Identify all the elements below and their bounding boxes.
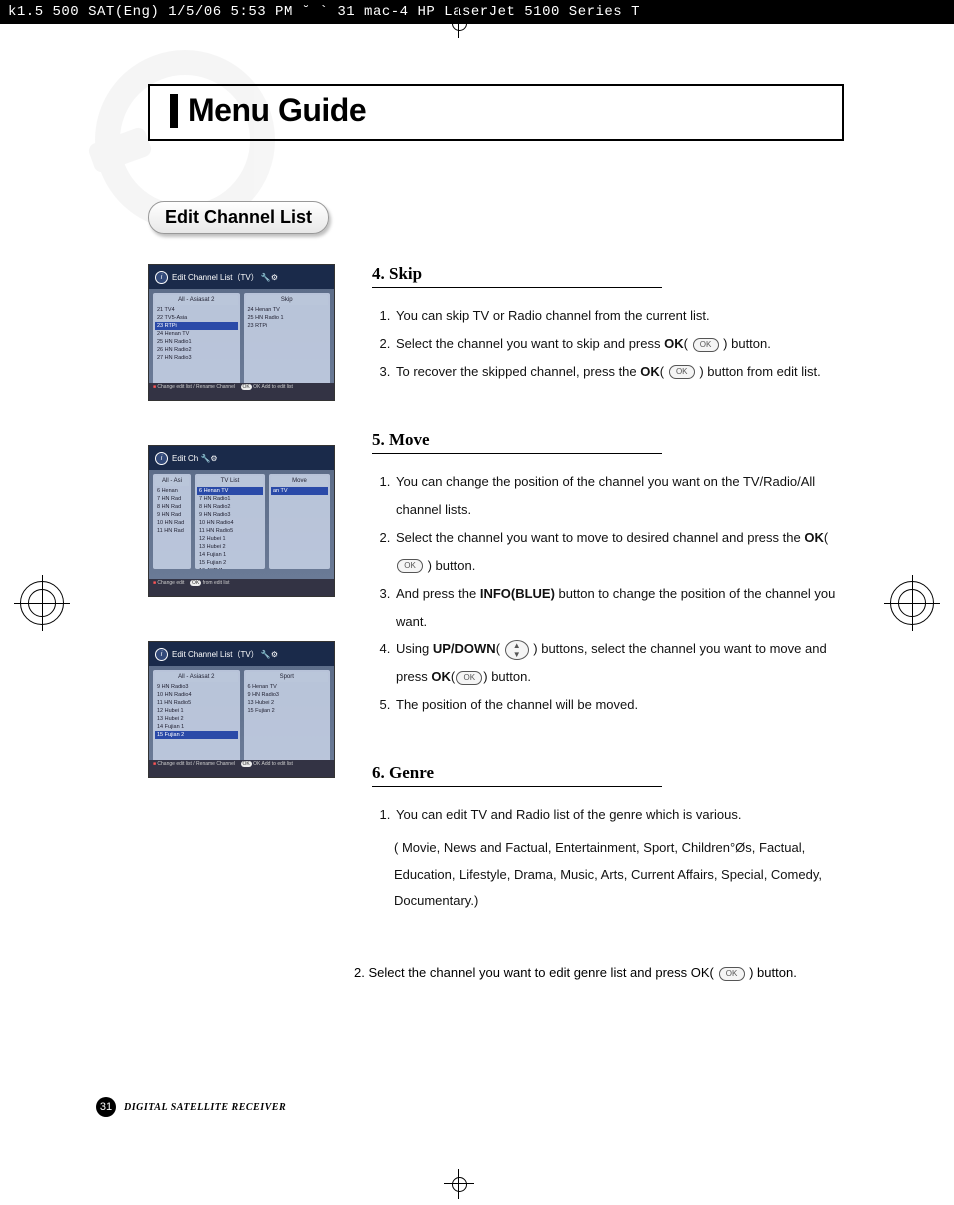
subheading-text: Edit Channel List <box>165 207 312 227</box>
steps-genre: You can edit TV and Radio list of the ge… <box>372 801 844 915</box>
step-item: The position of the channel will be move… <box>394 691 844 719</box>
section-head-move: 5. Move <box>372 430 844 450</box>
step-item: Select the channel you want to skip and … <box>394 330 844 358</box>
step-item: Using UP/DOWN( ▲▼ ) buttons, select the … <box>394 635 844 691</box>
title-box: Menu Guide <box>148 84 844 141</box>
up-down-icon: ▲▼ <box>505 640 529 660</box>
genre-parenthetical: ( Movie, News and Factual, Entertainment… <box>394 835 844 915</box>
step-item: You can skip TV or Radio channel from th… <box>394 302 844 330</box>
rule <box>372 785 662 787</box>
section-subheading: Edit Channel List <box>148 201 329 234</box>
section-head-skip: 4. Skip <box>372 264 844 284</box>
step-item: You can change the position of the chann… <box>394 468 844 524</box>
step-item: Select the channel you want to move to d… <box>394 524 844 580</box>
page-footer: 31 DIGITAL SATELLITE RECEIVER <box>96 1097 286 1117</box>
page-number: 31 <box>96 1097 116 1117</box>
step-item: And press the INFO(BLUE) button to chang… <box>394 580 844 636</box>
screenshot-sort: i Edit Channel List（TV） 🔧⚙All - Asiasat … <box>148 641 335 778</box>
ok-button-icon: OK <box>719 967 745 981</box>
steps-move: You can change the position of the chann… <box>372 468 844 719</box>
print-header-bar: k1.5 500 SAT(Eng) 1/5/06 5:53 PM ˘ ` 31 … <box>0 0 954 24</box>
steps-skip: You can skip TV or Radio channel from th… <box>372 302 844 386</box>
page-title: Menu Guide <box>188 92 366 128</box>
footer-text: DIGITAL SATELLITE RECEIVER <box>124 1102 286 1113</box>
ok-button-icon: OK <box>669 365 695 379</box>
rule <box>372 286 662 288</box>
section-head-genre: 6. Genre <box>372 763 844 783</box>
ok-button-icon: OK <box>397 559 423 573</box>
step-item: 2. Select the channel you want to edit g… <box>354 959 844 987</box>
rule <box>372 452 662 454</box>
screenshot-skip: i Edit Channel List（TV） 🔧⚙All - Asiasat … <box>148 264 335 401</box>
ok-button-icon: OK <box>693 338 719 352</box>
step-item: You can edit TV and Radio list of the ge… <box>394 801 844 829</box>
ok-button-icon: OK <box>456 671 482 685</box>
screenshot-move: i Edit Ch 🔧⚙All - Asi6 Henan7 HN Rad8 HN… <box>148 445 335 597</box>
page-content: Menu Guide Edit Channel List i Edit Chan… <box>0 24 954 987</box>
title-bar-accent <box>170 94 178 128</box>
print-header-text: k1.5 500 SAT(Eng) 1/5/06 5:53 PM ˘ ` 31 … <box>8 4 640 20</box>
crop-mark-bottom <box>444 1169 474 1199</box>
step-item: To recover the skipped channel, press th… <box>394 358 844 386</box>
